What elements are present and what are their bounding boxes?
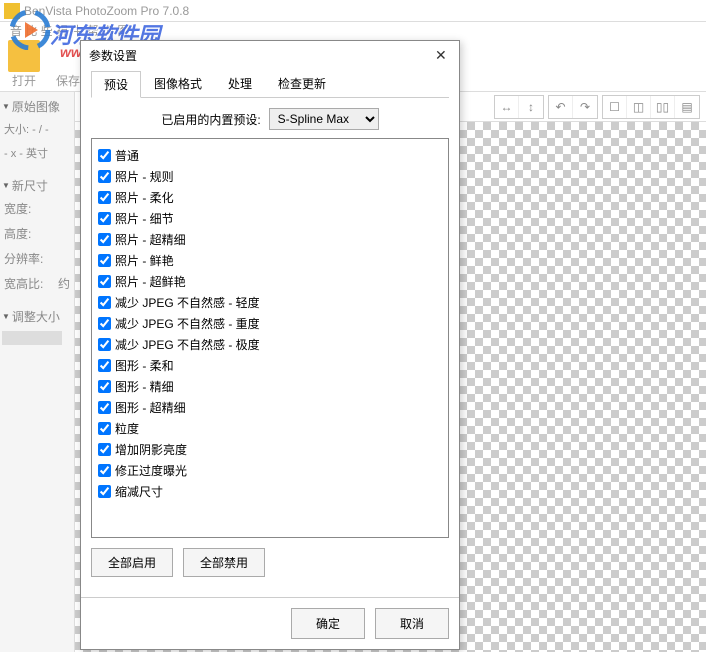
preset-list[interactable]: 普通 照片 - 规则 照片 - 柔化 照片 - 细节 照片 - 超精细 照片 -… — [91, 138, 449, 538]
undo-icon[interactable]: ↶ — [549, 96, 573, 118]
tab-image-format[interactable]: 图像格式 — [141, 70, 215, 97]
width-row: 宽度: — [2, 196, 72, 221]
preset-checkbox[interactable] — [98, 191, 111, 204]
app-title: BenVista PhotoZoom Pro 7.0.8 — [24, 4, 189, 18]
preset-checkbox[interactable] — [98, 233, 111, 246]
save-label: 保存 — [56, 72, 80, 89]
preset-checkbox[interactable] — [98, 149, 111, 162]
list-item[interactable]: 图形 - 精细 — [98, 376, 442, 397]
new-size-header[interactable]: 新尺寸 — [2, 175, 72, 196]
list-item[interactable]: 图形 - 柔和 — [98, 355, 442, 376]
preset-checkbox[interactable] — [98, 170, 111, 183]
view-split-icon[interactable]: ◫ — [627, 96, 651, 118]
preset-select[interactable]: S-Spline Max — [269, 108, 379, 130]
preset-checkbox[interactable] — [98, 338, 111, 351]
unit-value: - x - 英寸 — [2, 141, 72, 165]
resize-header[interactable]: 调整大小 — [2, 306, 72, 327]
preset-checkbox[interactable] — [98, 464, 111, 477]
preset-checkbox[interactable] — [98, 401, 111, 414]
preset-checkbox[interactable] — [98, 380, 111, 393]
folder-open-icon — [8, 40, 40, 72]
nav-left-icon[interactable]: ↔ — [495, 96, 519, 118]
open-button[interactable]: 打开 — [0, 38, 48, 91]
list-item[interactable]: 减少 JPEG 不自然感 - 重度 — [98, 313, 442, 334]
left-panel: 原始图像 大小: - / - - x - 英寸 新尺寸 宽度: 高度: 分辨率:… — [0, 92, 75, 652]
preset-checkbox[interactable] — [98, 317, 111, 330]
open-label: 打开 — [12, 72, 36, 89]
list-item[interactable]: 照片 - 柔化 — [98, 187, 442, 208]
preset-checkbox[interactable] — [98, 443, 111, 456]
resolution-row: 分辨率: — [2, 246, 72, 271]
tab-presets[interactable]: 预设 — [91, 71, 141, 98]
app-icon — [4, 3, 20, 19]
list-item[interactable]: 粒度 — [98, 418, 442, 439]
preset-checkbox[interactable] — [98, 296, 111, 309]
list-item[interactable]: 减少 JPEG 不自然感 - 轻度 — [98, 292, 442, 313]
height-row: 高度: — [2, 221, 72, 246]
list-item[interactable]: 照片 - 鲜艳 — [98, 250, 442, 271]
enable-all-button[interactable]: 全部启用 — [91, 548, 173, 577]
settings-dialog: 参数设置 ✕ 预设 图像格式 处理 检查更新 已启用的内置预设: S-Splin… — [80, 40, 460, 650]
close-icon[interactable]: ✕ — [435, 47, 451, 63]
cancel-button[interactable]: 取消 — [375, 608, 449, 639]
view-grid-icon[interactable]: ▤ — [675, 96, 699, 118]
list-item[interactable]: 普通 — [98, 145, 442, 166]
tab-processing[interactable]: 处理 — [215, 70, 265, 97]
preset-checkbox[interactable] — [98, 275, 111, 288]
list-item[interactable]: 减少 JPEG 不自然感 - 极度 — [98, 334, 442, 355]
preset-checkbox[interactable] — [98, 254, 111, 267]
menu-bar[interactable]: 音 比 些 視 牛 帮 圳 图 — [0, 22, 706, 42]
size-value: 大小: - / - — [2, 117, 72, 141]
preset-checkbox[interactable] — [98, 485, 111, 498]
view-dual-icon[interactable]: ▯▯ — [651, 96, 675, 118]
list-item[interactable]: 照片 - 超鲜艳 — [98, 271, 442, 292]
ok-button[interactable]: 确定 — [291, 608, 365, 639]
list-item[interactable]: 照片 - 规则 — [98, 166, 442, 187]
nav-up-icon[interactable]: ↕ — [519, 96, 543, 118]
tab-check-updates[interactable]: 检查更新 — [265, 70, 339, 97]
resize-slider[interactable] — [2, 331, 62, 345]
dialog-tabs: 预设 图像格式 处理 检查更新 — [81, 70, 459, 97]
view-single-icon[interactable]: ☐ — [603, 96, 627, 118]
disable-all-button[interactable]: 全部禁用 — [183, 548, 265, 577]
redo-icon[interactable]: ↷ — [573, 96, 597, 118]
preset-checkbox[interactable] — [98, 359, 111, 372]
preset-checkbox[interactable] — [98, 212, 111, 225]
list-item[interactable]: 修正过度曝光 — [98, 460, 442, 481]
dialog-title: 参数设置 — [89, 47, 137, 64]
aspect-row: 宽高比:约 — [2, 271, 72, 296]
list-item[interactable]: 缩减尺寸 — [98, 481, 442, 502]
original-image-header[interactable]: 原始图像 — [2, 96, 72, 117]
preset-label: 已启用的内置预设: — [161, 111, 260, 128]
list-item[interactable]: 照片 - 超精细 — [98, 229, 442, 250]
title-bar: BenVista PhotoZoom Pro 7.0.8 — [0, 0, 706, 22]
preset-checkbox[interactable] — [98, 422, 111, 435]
list-item[interactable]: 增加阴影亮度 — [98, 439, 442, 460]
list-item[interactable]: 图形 - 超精细 — [98, 397, 442, 418]
list-item[interactable]: 照片 - 细节 — [98, 208, 442, 229]
